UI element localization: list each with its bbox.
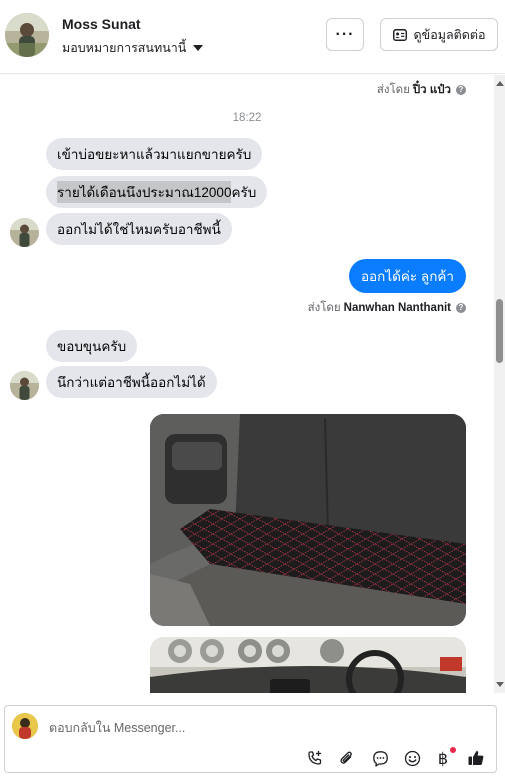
assign-conversation-dropdown[interactable]: มอบหมายการสนทนานี้ <box>62 38 204 58</box>
message-text: ครับ <box>231 185 257 200</box>
image-attachment[interactable] <box>150 414 466 626</box>
contact-avatar[interactable] <box>5 13 49 57</box>
thread-scrollbar[interactable] <box>494 75 505 693</box>
sent-by-prefix: ส่งโดย <box>376 84 410 96</box>
sent-by-name: Nanwhan Nanthanit <box>343 302 451 314</box>
add-call-icon[interactable] <box>305 748 325 768</box>
image-attachment[interactable] <box>150 637 466 693</box>
scrollbar-thumb[interactable] <box>496 299 503 363</box>
sent-by-label: ส่งโดย Nanwhan Nanthanit ? <box>308 299 466 317</box>
incoming-message[interactable]: เข้าบ่อขยะหาแล้วมาแยกขายครับ <box>46 138 263 170</box>
sender-avatar[interactable] <box>10 371 39 400</box>
incoming-message[interactable]: ออกไม่ได้ใช่ไหมครับอาชีพนี้ <box>46 213 232 245</box>
view-contact-label: ดูข้อมูลติดต่อ <box>413 27 486 42</box>
page-avatar <box>12 713 38 739</box>
emoji-icon[interactable] <box>402 748 422 768</box>
sender-avatar[interactable] <box>10 218 39 247</box>
reply-input[interactable] <box>49 718 469 738</box>
payment-icon[interactable]: ฿ <box>433 747 456 768</box>
baht-symbol: ฿ <box>437 748 449 768</box>
chevron-down-icon <box>193 45 204 51</box>
reply-composer: ฿ <box>4 705 497 773</box>
sent-by-name: ปิ๋ว แป๋ว <box>412 84 451 96</box>
info-icon[interactable]: ? <box>456 303 466 313</box>
attachment-icon[interactable] <box>337 748 357 768</box>
scroll-up-arrow-icon[interactable] <box>496 81 504 86</box>
view-contact-button[interactable]: ดูข้อมูลติดต่อ <box>380 18 498 51</box>
incoming-message[interactable]: ขอบขุนครับ <box>46 330 138 362</box>
more-options-button[interactable]: ··· <box>326 18 364 51</box>
sent-by-label: ส่งโดย ปิ๋ว แป๋ว ? <box>377 81 466 99</box>
saved-replies-icon[interactable] <box>370 748 390 768</box>
outgoing-message[interactable]: ออกได้ค่ะ ลูกค้า <box>348 259 466 293</box>
thumbs-up-icon[interactable] <box>466 748 486 768</box>
highlighted-text: รายได้เดือนนึงประมาณ12000 <box>57 181 232 203</box>
assign-label: มอบหมายการสนทนานี้ <box>62 41 187 55</box>
info-icon[interactable]: ? <box>456 85 466 95</box>
incoming-message[interactable]: รายได้เดือนนึงประมาณ12000 ครับ <box>46 176 268 208</box>
notification-dot <box>450 747 456 753</box>
scroll-down-arrow-icon[interactable] <box>496 682 504 687</box>
message-timestamp: 18:22 <box>232 112 262 124</box>
contact-name: Moss Sunat <box>62 16 141 32</box>
contact-card-icon <box>392 28 407 41</box>
message-thread[interactable]: ส่งโดย ปิ๋ว แป๋ว ? 18:22 เข้าบ่อขยะหาแล้… <box>0 75 494 693</box>
incoming-message[interactable]: นึกว่าแต่อาชีพนี้ออกไม่ได้ <box>46 366 217 398</box>
sent-by-prefix: ส่งโดย <box>307 302 341 314</box>
conversation-header: Moss Sunat มอบหมายการสนทนานี้ ··· ดูข้อม… <box>0 0 505 74</box>
